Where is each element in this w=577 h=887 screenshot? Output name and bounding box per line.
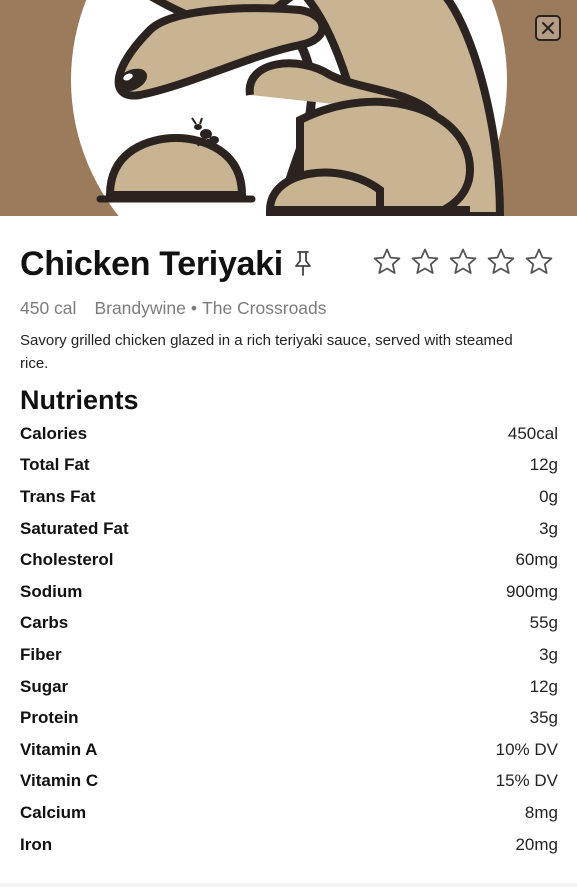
nutrient-value: 35g [529, 708, 558, 728]
nutrient-row: Saturated Fat 3g [20, 513, 558, 545]
nutrient-row: Carbs 55g [20, 608, 558, 640]
food-description: Savory grilled chicken glazed in a rich … [20, 332, 513, 372]
nutrient-row: Vitamin A 10% DV [20, 734, 558, 766]
anteater-mascot-illustration [0, 0, 577, 216]
nutrient-value: 450cal [507, 423, 558, 443]
food-meta: 450 cal Brandywine • The Crossroads [20, 297, 327, 319]
nutrient-value: 60mg [515, 550, 558, 570]
nutrient-row: Vitamin C 15% DV [20, 766, 558, 798]
nutrient-value: 3g [539, 644, 558, 664]
nutrient-value: 3g [539, 518, 558, 538]
star-1-icon[interactable] [372, 247, 402, 277]
nutrient-label: Sugar [20, 676, 69, 696]
nutrient-row: Total Fat 12g [20, 450, 558, 482]
nutrient-value: 55g [529, 613, 558, 633]
hero-image [0, 0, 577, 216]
nutrient-value: 20mg [515, 834, 558, 854]
nutrient-value: 10% DV [495, 739, 558, 759]
close-button[interactable] [535, 15, 561, 41]
nutrients-heading: Nutrients [20, 385, 139, 415]
nutrient-value: 12g [529, 455, 558, 475]
meta-separator: • [190, 298, 198, 318]
food-title: Chicken Teriyaki [20, 245, 283, 283]
pin-button[interactable] [292, 249, 314, 277]
nutrient-label: Carbs [20, 613, 69, 633]
nutrient-label: Fiber [20, 644, 62, 664]
nutrient-value: 12g [529, 676, 558, 696]
nutrient-label: Sodium [20, 581, 83, 601]
nutrient-value: 900mg [506, 581, 558, 601]
nutrient-value: 8mg [524, 802, 558, 822]
nutrient-label: Trans Fat [20, 486, 96, 506]
nutrient-row: Protein 35g [20, 702, 558, 734]
star-3-icon[interactable] [448, 247, 478, 277]
nutrient-row: Sugar 12g [20, 671, 558, 703]
nutrient-label: Calcium [20, 802, 87, 822]
nutrient-label: Vitamin A [20, 739, 98, 759]
nutrient-label: Total Fat [20, 455, 90, 475]
card-bottom-edge [0, 883, 577, 887]
dining-hall-label: Brandywine [94, 298, 186, 318]
nutrient-row: Calcium 8mg [20, 797, 558, 829]
star-2-icon[interactable] [410, 247, 440, 277]
nutrient-label: Protein [20, 708, 79, 728]
star-4-icon[interactable] [486, 247, 516, 277]
nutrient-label: Saturated Fat [20, 518, 129, 538]
pin-icon [295, 251, 311, 276]
nutrients-list: Calories 450cal Total Fat 12g Trans Fat 0g … [20, 418, 558, 860]
nutrient-row: Sodium 900mg [20, 576, 558, 608]
nutrient-row: Calories 450cal [20, 418, 558, 450]
nutrient-row: Fiber 3g [20, 639, 558, 671]
title-row: Chicken Teriyaki [20, 244, 558, 288]
nutrient-row: Iron 20mg [20, 829, 558, 861]
calories-label: 450 cal [20, 298, 77, 318]
nutrient-value: 0g [539, 486, 558, 506]
close-icon [542, 22, 554, 34]
nutrient-label: Cholesterol [20, 550, 114, 570]
nutrient-row: Cholesterol 60mg [20, 544, 558, 576]
rating-stars [372, 247, 554, 279]
food-detail-card: Chicken Teriyaki 450 cal Brandywine • The C… [0, 0, 577, 887]
nutrient-value: 15% DV [495, 771, 558, 791]
star-5-icon[interactable] [524, 247, 554, 277]
nutrient-label: Calories [20, 423, 88, 443]
nutrient-label: Vitamin C [20, 771, 99, 791]
nutrient-label: Iron [20, 834, 53, 854]
station-label: The Crossroads [202, 298, 327, 318]
nutrient-row: Trans Fat 0g [20, 481, 558, 513]
